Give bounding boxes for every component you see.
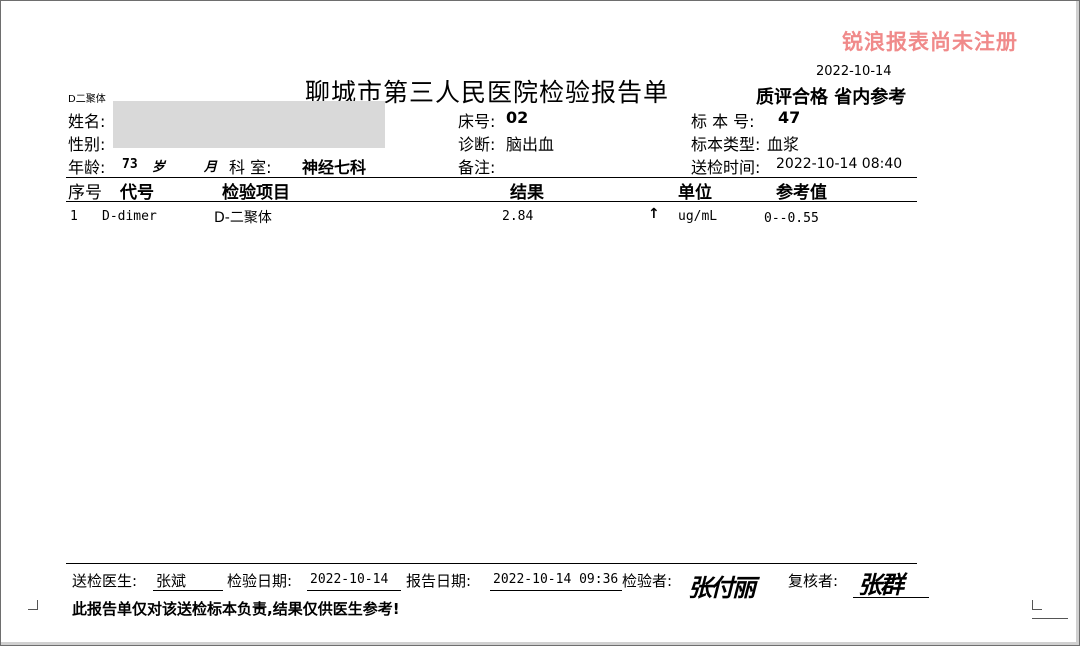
header-code: 代号: [120, 183, 154, 203]
sex-label: 性别:: [68, 135, 106, 154]
reviewer-signature: 张群: [858, 570, 904, 599]
reviewer-label: 复核者:: [788, 572, 839, 590]
name-label: 姓名:: [68, 112, 106, 131]
quality-note: 质评合格 省内参考: [756, 87, 907, 108]
age-unit: 岁: [152, 160, 166, 175]
high-flag-arrow-icon: ↑: [648, 206, 660, 222]
submit-time-label: 送检时间:: [691, 158, 761, 177]
doctor-label: 送检医生:: [72, 572, 138, 590]
table-header-rule: [66, 201, 917, 202]
age-value: 73: [122, 157, 138, 172]
header-item: 检验项目: [222, 183, 290, 203]
remark-label: 备注:: [458, 158, 496, 177]
tester-signature: 张付丽: [688, 573, 756, 602]
age-label: 年龄:: [68, 158, 106, 177]
header-ref: 参考值: [776, 183, 827, 203]
footer-top-rule: [66, 563, 917, 564]
row-item: D-二聚体: [214, 210, 272, 226]
specimen-no-value: 47: [778, 108, 801, 127]
report-date: 2022-10-14: [816, 64, 892, 79]
dept-value: 神经七科: [302, 158, 367, 177]
doctor-underline: [153, 590, 223, 591]
diagnosis-value: 脑出血: [506, 135, 555, 154]
bed-label: 床号:: [458, 112, 496, 131]
reviewer-underline: [853, 597, 929, 598]
test-date-label: 检验日期:: [227, 572, 293, 590]
item-code-label: D二聚体: [68, 94, 106, 105]
disclaimer: 此报告单仅对该送检标本负责,结果仅供医生参考!: [72, 600, 400, 618]
report-date-underline: [490, 590, 622, 591]
page-corner-mark: [1032, 600, 1042, 610]
month-unit: 月: [204, 160, 218, 175]
specimen-no-label: 标 本 号:: [691, 112, 755, 131]
specimen-type-label: 标本类型:: [691, 135, 761, 154]
unregistered-watermark: 锐浪报表尚未注册: [842, 29, 1018, 54]
dept-label: 科 室:: [229, 158, 272, 177]
report-date-label: 报告日期:: [406, 572, 472, 590]
submit-time-value: 2022-10-14 08:40: [776, 156, 903, 172]
header-unit: 单位: [678, 183, 712, 203]
header-result: 结果: [510, 183, 544, 203]
specimen-type-value: 血浆: [767, 135, 800, 154]
diagnosis-label: 诊断:: [458, 135, 496, 154]
bed-value: 02: [506, 108, 529, 127]
page-corner-mark: [28, 600, 38, 610]
row-no: 1: [70, 209, 78, 224]
test-date-underline: [307, 590, 401, 591]
page-corner-tick: [1032, 618, 1068, 619]
row-ref: 0--0.55: [764, 211, 819, 226]
test-date-value: 2022-10-14: [310, 572, 389, 587]
report-date-value: 2022-10-14 09:36: [493, 572, 619, 587]
row-code: D-dimer: [102, 209, 157, 224]
doctor-value: 张斌: [156, 572, 187, 590]
header-no: 序号: [68, 183, 102, 203]
row-result: 2.84: [502, 209, 534, 224]
tester-label: 检验者:: [622, 572, 673, 590]
redacted-patient-info: [113, 101, 385, 148]
row-unit: ug/mL: [678, 209, 718, 224]
